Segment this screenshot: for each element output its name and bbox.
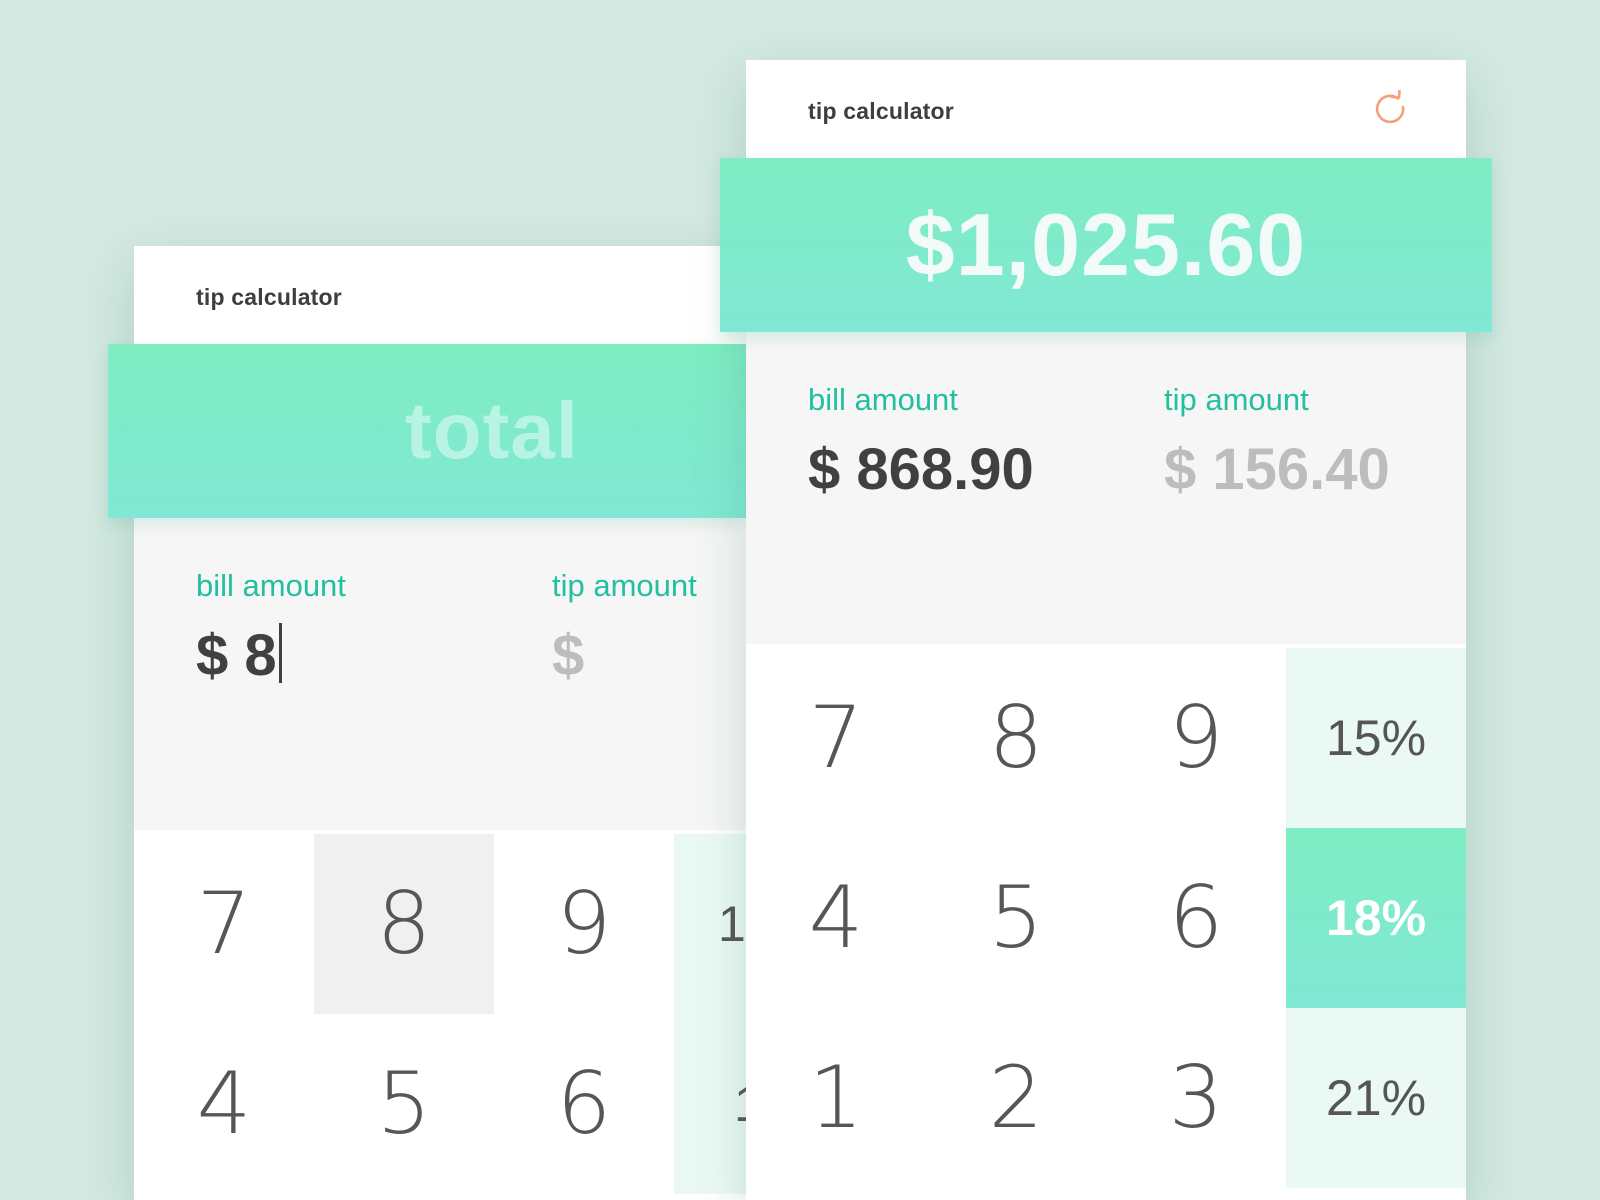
key-8[interactable]: 8 bbox=[314, 834, 494, 1014]
front-app-title: tip calculator bbox=[808, 98, 954, 124]
front-inputs-panel: bill amount $ 868.90 tip amount $ 156.40 bbox=[746, 332, 1466, 644]
back-inputs-panel: bill amount $ 8 tip amount $ bbox=[134, 518, 746, 830]
front-calculator-card: tip calculator bill amount $ 868.90 tip … bbox=[720, 60, 1492, 1200]
back-total-banner: total bbox=[108, 344, 746, 518]
front-titlebar: tip calculator bbox=[746, 60, 1466, 158]
key-5[interactable]: 5 bbox=[314, 1014, 494, 1194]
percent-15-button[interactable]: 15% bbox=[1286, 648, 1466, 828]
total-amount: $1,025.60 bbox=[905, 195, 1307, 294]
back-total-placeholder: total bbox=[405, 386, 579, 475]
key-7[interactable]: 7 bbox=[134, 834, 314, 1014]
back-keypad: 7 8 9 15 4 5 6 1 bbox=[134, 834, 746, 1200]
back-bill-input[interactable]: $ 8 bbox=[196, 622, 282, 689]
key-4[interactable]: 4 bbox=[134, 1014, 314, 1194]
back-tip-label: tip amount bbox=[552, 568, 697, 603]
key-6[interactable]: 6 bbox=[1106, 828, 1286, 1008]
back-app-title: tip calculator bbox=[196, 284, 342, 310]
key-7[interactable]: 7 bbox=[746, 648, 926, 828]
front-keypad: 7 8 9 15% 4 5 6 18% 1 2 3 21% bbox=[746, 648, 1466, 1200]
key-6[interactable]: 6 bbox=[494, 1014, 674, 1194]
key-2[interactable]: 2 bbox=[926, 1008, 1106, 1188]
back-percent-15[interactable]: 15 bbox=[674, 834, 746, 1014]
refresh-icon-svg bbox=[1375, 89, 1405, 124]
back-bill-label: bill amount bbox=[196, 568, 346, 603]
key-9[interactable]: 9 bbox=[494, 834, 674, 1014]
front-tip-value: $ 156.40 bbox=[1164, 437, 1390, 502]
key-3[interactable]: 3 bbox=[1106, 1008, 1286, 1188]
front-bill-label: bill amount bbox=[808, 382, 958, 417]
key-5[interactable]: 5 bbox=[926, 828, 1106, 1008]
back-bill-value: $ 8 bbox=[196, 623, 277, 688]
refresh-icon[interactable] bbox=[1372, 89, 1410, 128]
front-tip-label: tip amount bbox=[1164, 382, 1309, 417]
key-8[interactable]: 8 bbox=[926, 648, 1106, 828]
back-tip-value: $ bbox=[552, 623, 585, 688]
key-4[interactable]: 4 bbox=[746, 828, 926, 1008]
back-percent-18[interactable]: 1 bbox=[674, 1014, 746, 1194]
front-bill-value[interactable]: $ 868.90 bbox=[808, 436, 1034, 503]
back-titlebar: tip calculator bbox=[134, 246, 746, 344]
front-total-banner: $1,025.60 bbox=[720, 158, 1492, 332]
key-1[interactable]: 1 bbox=[746, 1008, 926, 1188]
text-caret bbox=[278, 623, 282, 683]
percent-21-button[interactable]: 21% bbox=[1286, 1008, 1466, 1188]
percent-18-button[interactable]: 18% bbox=[1286, 828, 1466, 1008]
key-9[interactable]: 9 bbox=[1106, 648, 1286, 828]
back-calculator-card: tip calculator bill amount $ 8 tip amoun… bbox=[108, 246, 746, 1200]
